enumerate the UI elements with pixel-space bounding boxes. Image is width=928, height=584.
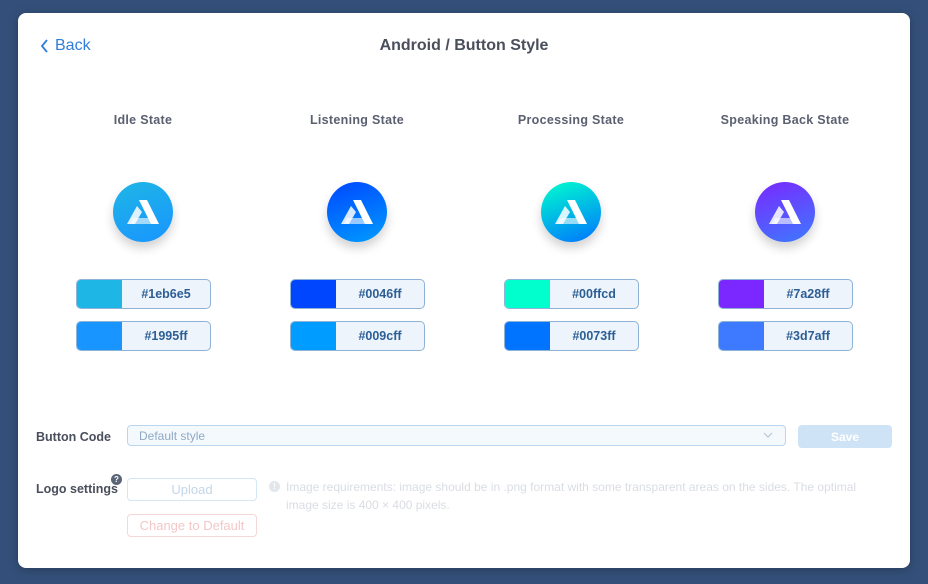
button-preview-listening [327, 182, 387, 242]
help-icon[interactable]: ? [111, 474, 122, 485]
color-swatch-speaking-back-1[interactable]: #7a28ff [718, 279, 853, 309]
color-chip [719, 322, 764, 350]
color-hex: #3d7aff [786, 329, 830, 343]
color-swatch-listening-1[interactable]: #0046ff [290, 279, 425, 309]
page-title: Android / Button Style [379, 37, 549, 54]
change-to-default-button[interactable]: Change to Default [127, 514, 257, 537]
color-chip [77, 322, 122, 350]
color-swatch-processing-1[interactable]: #00ffcd [504, 279, 639, 309]
state-speaking-back: Speaking Back State #7a28ff #3d7aff [695, 113, 875, 351]
state-label: Listening State [309, 113, 405, 127]
logo-settings-label: Logo settings [36, 482, 118, 496]
logo-a-icon [555, 200, 587, 224]
upload-button[interactable]: Upload [127, 478, 257, 501]
color-chip [77, 280, 122, 308]
state-label: Processing State [517, 113, 625, 127]
save-button[interactable]: Save [798, 425, 892, 448]
color-hex: #009cff [358, 329, 402, 343]
color-hex: #00ffcd [572, 287, 616, 301]
color-chip [291, 280, 336, 308]
color-swatch-idle-2[interactable]: #1995ff [76, 321, 211, 351]
color-chip [719, 280, 764, 308]
button-preview-processing [541, 182, 601, 242]
image-requirements-text: Image requirements: image should be in .… [286, 480, 857, 512]
info-icon: ! [269, 481, 280, 492]
button-preview-idle [113, 182, 173, 242]
button-code-label: Button Code [36, 430, 111, 444]
logo-a-icon [769, 200, 801, 224]
color-hex: #7a28ff [786, 287, 830, 301]
state-idle: Idle State #1eb6e5 #1995ff [53, 113, 233, 351]
color-hex: #0073ff [572, 329, 616, 343]
chevron-down-icon [763, 432, 773, 438]
color-chip [291, 322, 336, 350]
color-chip [505, 280, 550, 308]
color-hex: #0046ff [358, 287, 402, 301]
button-code-select[interactable]: Default style [127, 425, 786, 446]
state-label: Idle State [113, 113, 173, 127]
state-listening: Listening State #0046ff #009cff [267, 113, 447, 351]
state-processing: Processing State #00ffcd #0073ff [481, 113, 661, 351]
logo-a-icon [341, 200, 373, 224]
button-style-panel: Back Android / Button Style Idle State #… [18, 13, 910, 568]
color-swatch-processing-2[interactable]: #0073ff [504, 321, 639, 351]
color-hex: #1995ff [144, 329, 188, 343]
button-preview-speaking-back [755, 182, 815, 242]
color-swatch-speaking-back-2[interactable]: #3d7aff [718, 321, 853, 351]
color-hex: #1eb6e5 [141, 287, 191, 301]
color-swatch-idle-1[interactable]: #1eb6e5 [76, 279, 211, 309]
button-code-value: Default style [139, 428, 206, 443]
logo-a-icon [127, 200, 159, 224]
state-label: Speaking Back State [720, 113, 850, 127]
color-chip [505, 322, 550, 350]
color-swatch-listening-2[interactable]: #009cff [290, 321, 425, 351]
